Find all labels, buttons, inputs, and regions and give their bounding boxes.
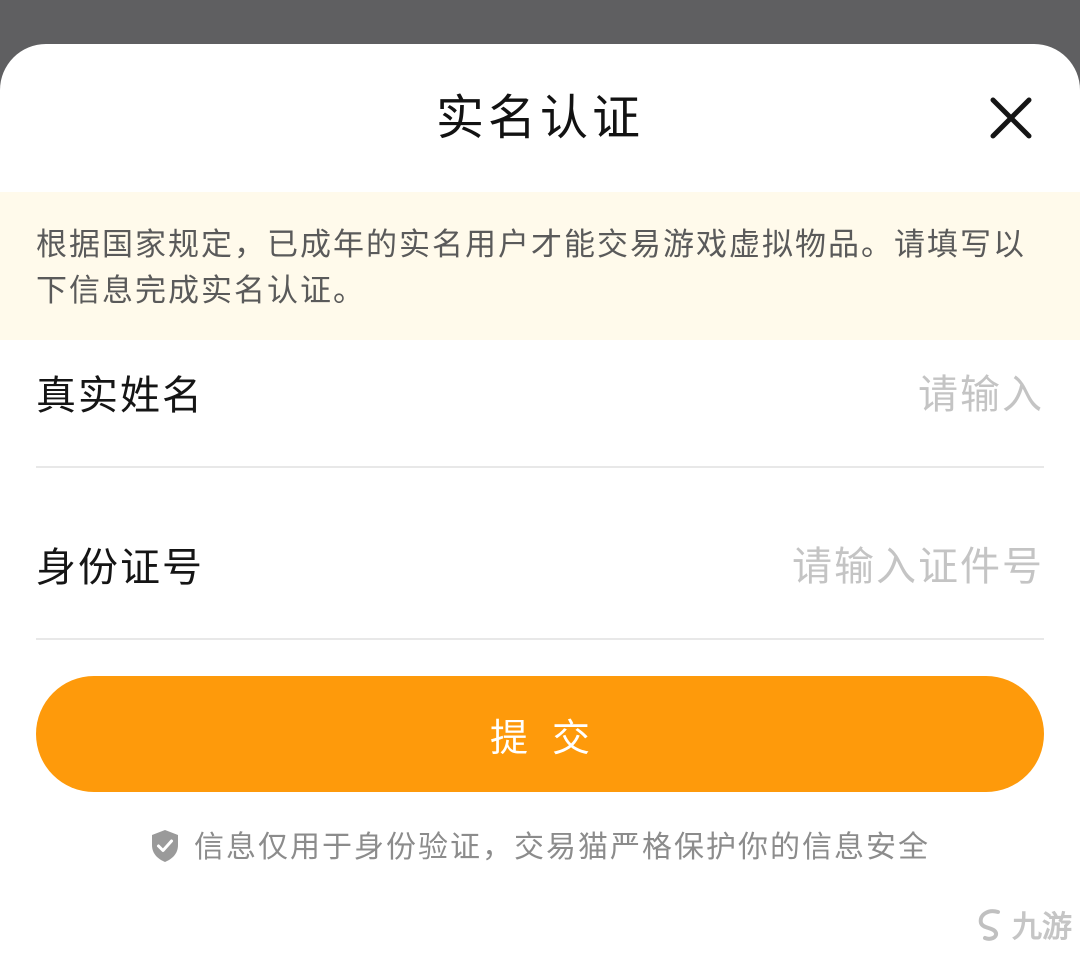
notice-banner: 根据国家规定，已成年的实名用户才能交易游戏虚拟物品。请填写以下信息完成实名认证。 [0, 192, 1080, 340]
id-number-row: 身份证号 [36, 518, 1044, 640]
real-name-row: 真实姓名 [36, 346, 1044, 468]
shield-check-icon [152, 830, 178, 862]
submit-button[interactable]: 提交 [36, 676, 1044, 792]
close-button[interactable] [983, 90, 1039, 146]
close-icon [990, 97, 1032, 139]
real-name-input[interactable] [484, 360, 1044, 430]
watermark-text: 九游 [1012, 910, 1072, 945]
id-number-label: 身份证号 [36, 545, 204, 591]
privacy-note: 信息仅用于身份验证，交易猫严格保护你的信息安全 [0, 826, 1080, 870]
id-number-input[interactable] [484, 532, 1044, 602]
watermark: 九游 [974, 902, 1072, 946]
privacy-note-text: 信息仅用于身份验证，交易猫严格保护你的信息安全 [194, 830, 930, 865]
dialog-title: 实名认证 [435, 90, 644, 146]
real-name-label: 真实姓名 [36, 373, 204, 419]
jiuyou-logo-icon [978, 909, 1000, 941]
notice-text: 根据国家规定，已成年的实名用户才能交易游戏虚拟物品。请填写以下信息完成实名认证。 [36, 227, 1026, 309]
real-name-dialog: 实名认证 根据国家规定，已成年的实名用户才能交易游戏虚拟物品。请填写以下信息完成… [0, 44, 1080, 954]
